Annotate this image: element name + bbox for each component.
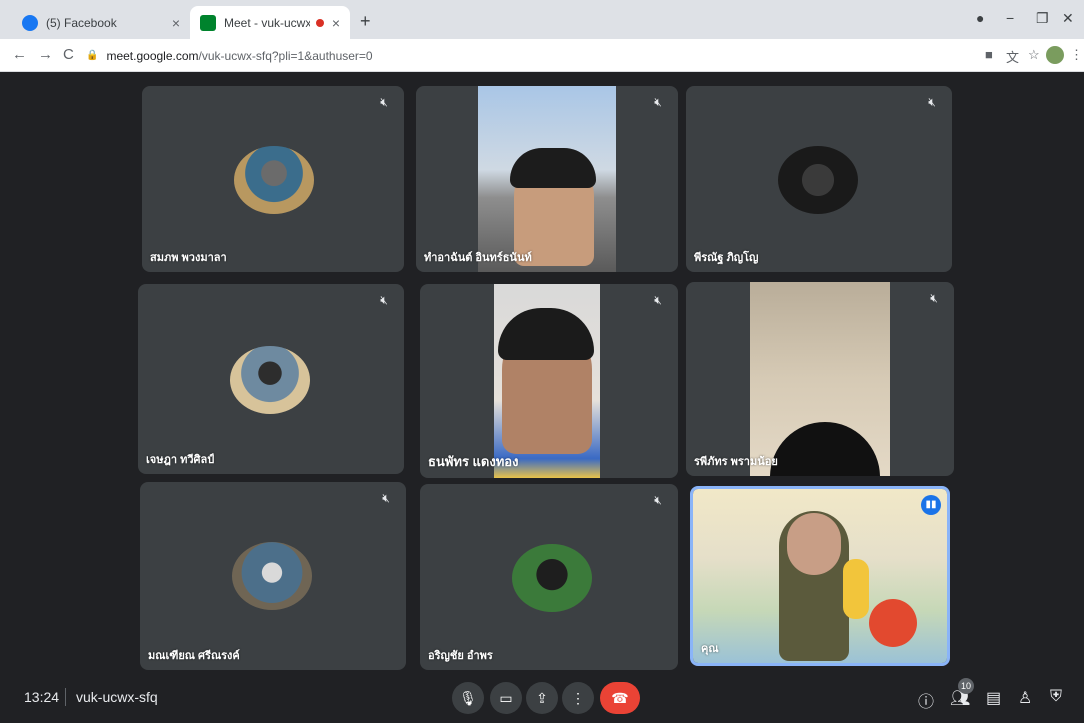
browser-menu-icon[interactable]: ⋮ [1070,47,1083,63]
participant-video [494,284,600,478]
tab-meet[interactable]: Meet - vuk-ucwx-sfq × [190,6,350,39]
host-controls-icon[interactable]: ⛨ [1050,688,1062,706]
mic-muted-icon: 🔇︎ [380,95,388,109]
close-tab-icon[interactable]: × [332,15,340,31]
divider [65,688,66,706]
mic-muted-icon: 🔇︎ [654,293,662,307]
participant-name: รพีภัทร พรามน้อย [694,456,778,468]
camera-in-use-icon[interactable]: ■ [985,47,993,62]
meeting-controls-bar: 13:24 vuk-ucwx-sfq 🎙︎ ▭ ⇪ ⋮ ☎ ⓘ 👥︎ 10 ▤ … [0,674,1084,723]
participant-tile[interactable]: 🔇︎ อริญชัย อำพร [420,484,678,670]
participant-name: อริญชัย อำพร [428,650,493,662]
microphone-button[interactable]: 🎙︎ [452,682,484,714]
url-input[interactable]: 🔒 meet.google.com /vuk-ucwx-sfq?pli=1&au… [86,44,966,67]
avatar [232,542,312,610]
camera-button[interactable]: ▭ [490,682,522,714]
participant-name: คุณ [701,643,719,655]
address-bar: ← → C 🔒 meet.google.com /vuk-ucwx-sfq?pl… [0,39,1084,72]
avatar [230,346,310,414]
participant-tile[interactable]: 🔇︎ เจษฎา ทวีศิลป์ [138,284,404,474]
avatar [778,146,858,214]
microphone-icon: 🎙︎ [459,689,477,706]
back-button[interactable]: ← [12,46,27,63]
participant-name: สมภพ พวงมาลา [150,252,227,264]
profile-avatar[interactable] [1046,46,1064,64]
participant-name: ทำอาฉันต์ อินทร์ธนันท์ [424,252,532,264]
url-path: /vuk-ucwx-sfq?pli=1&authuser=0 [198,48,373,63]
translate-icon[interactable]: 文 [1006,47,1019,66]
present-icon: ⇪ [536,689,548,706]
facebook-icon [22,14,38,31]
tab-facebook[interactable]: (5) Facebook × [12,6,190,39]
mic-muted-icon: 🔇︎ [382,491,390,505]
participant-count-badge: 10 [958,678,974,694]
call-end-icon: ☎ [611,689,629,706]
avatar [234,146,314,214]
participant-tile[interactable]: 🔇︎ ธนพัทร แดงทอง [420,284,678,478]
tab-title: (5) Facebook [46,15,117,30]
meeting-grid: 🔇︎ สมภพ พวงมาลา 🔇︎ ทำอาฉันต์ อินทร์ธนันท… [0,72,1084,723]
current-time: 13:24 [24,689,60,705]
mic-muted-icon: 🔇︎ [654,95,662,109]
more-options-button[interactable]: ⋮ [562,682,594,714]
participant-name: เจษฎา ทวีศิลป์ [146,454,215,466]
chat-icon[interactable]: ▤ [986,688,1001,708]
restore-button[interactable]: ❐ [1036,10,1049,27]
participant-name: พีรณัฐ ภิญโญ [694,252,759,264]
lock-icon: 🔒 [86,50,99,61]
activities-icon[interactable]: ♙ [1018,688,1032,708]
close-window-button[interactable]: ✕ [1062,10,1074,27]
participant-video [478,86,616,272]
participant-tile[interactable]: 🔇︎ พีรณัฐ ภิญโญ [686,86,952,272]
mic-muted-icon: 🔇︎ [654,493,662,507]
meeting-code: vuk-ucwx-sfq [76,689,158,705]
new-tab-button[interactable]: + [360,11,371,32]
participant-video [693,489,947,663]
participant-name: มณเฑียณ ศรีณรงค์ [148,650,240,662]
forward-button[interactable]: → [38,46,53,63]
close-tab-icon[interactable]: × [172,15,180,31]
reload-button[interactable]: C [63,46,74,63]
mic-muted-icon: 🔇︎ [380,293,388,307]
camera-icon: ▭ [499,689,513,706]
minimize-button[interactable]: − [1006,10,1014,26]
recording-indicator-icon [315,18,324,27]
participant-tile[interactable]: 🔇︎ มณเฑียณ ศรีณรงค์ [140,482,406,670]
avatar [512,544,592,612]
browser-tabstrip: (5) Facebook × Meet - vuk-ucwx-sfq × + ●… [0,0,1084,39]
tab-search-icon[interactable]: ● [976,10,984,26]
url-host: meet.google.com [106,48,199,63]
more-vert-icon: ⋮ [571,689,585,706]
tab-title: Meet - vuk-ucwx-sfq [224,15,310,30]
self-view-tile[interactable]: ▮▮ คุณ [690,486,950,666]
participant-video [750,282,890,476]
participant-tile[interactable]: 🔇︎ สมภพ พวงมาลา [142,86,404,272]
bookmark-star-icon[interactable]: ☆ [1028,47,1040,63]
participant-tile[interactable]: 🔇︎ รพีภัทร พรามน้อย [686,282,954,476]
mic-muted-icon: 🔇︎ [928,95,936,109]
mic-muted-icon: 🔇︎ [930,291,938,305]
speaking-indicator-icon: ▮▮ [921,495,941,515]
present-screen-button[interactable]: ⇪ [526,682,558,714]
google-meet-icon [200,14,216,31]
meeting-details-icon[interactable]: ⓘ [918,688,934,712]
leave-call-button[interactable]: ☎ [600,682,640,714]
participant-name: ธนพัทร แดงทอง [428,454,519,469]
participant-tile[interactable]: 🔇︎ ทำอาฉันต์ อินทร์ธนันท์ [416,86,678,272]
